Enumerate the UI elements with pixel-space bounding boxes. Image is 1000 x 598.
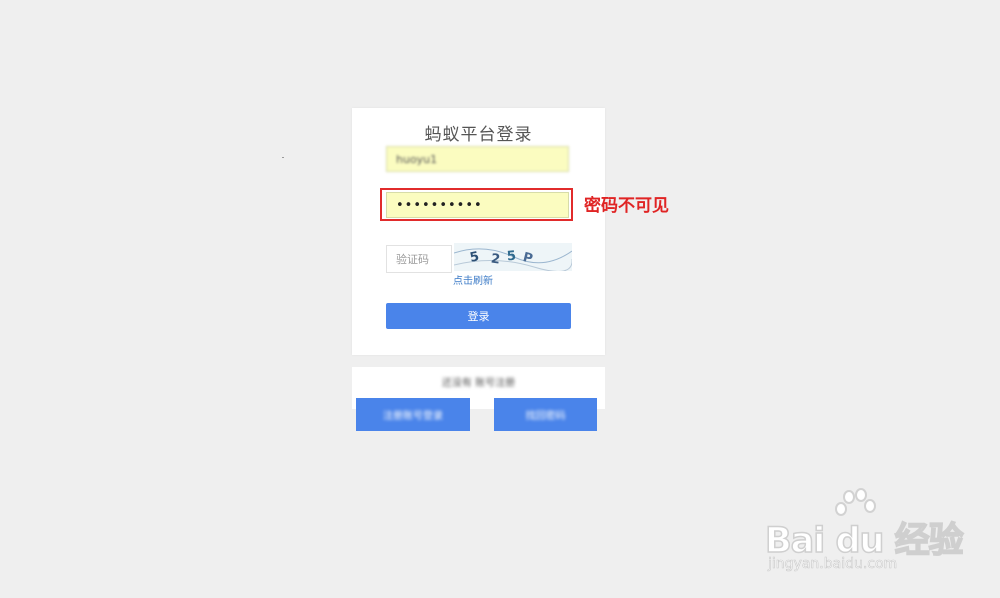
- login-panel: 蚂蚁平台登录 5 2 5 P 点击刷新 登录: [352, 108, 605, 355]
- secondary-left-label: 注册账号登录: [383, 411, 443, 422]
- watermark-url: jingyan.baidu.com: [768, 556, 898, 573]
- secondary-left-button[interactable]: 注册账号登录: [356, 398, 470, 431]
- login-button[interactable]: 登录: [386, 303, 571, 329]
- password-highlight-box: [380, 188, 573, 221]
- captcha-input[interactable]: [386, 245, 452, 273]
- refresh-captcha-link[interactable]: 点击刷新: [453, 272, 493, 287]
- annotation-text: 密码不可见: [584, 196, 669, 216]
- login-title: 蚂蚁平台登录: [424, 125, 533, 145]
- captcha-char: 5: [506, 248, 517, 265]
- username-input[interactable]: [386, 146, 569, 172]
- captcha-image[interactable]: 5 2 5 P: [454, 243, 572, 271]
- secondary-right-button[interactable]: 找回密码: [494, 398, 597, 431]
- secondary-text: 还没有 账号注册: [441, 378, 516, 389]
- baidu-watermark: Bai du 经验 jingyan.baidu.com: [764, 488, 965, 580]
- secondary-right-label: 找回密码: [525, 411, 566, 422]
- stray-pixel: [282, 157, 284, 158]
